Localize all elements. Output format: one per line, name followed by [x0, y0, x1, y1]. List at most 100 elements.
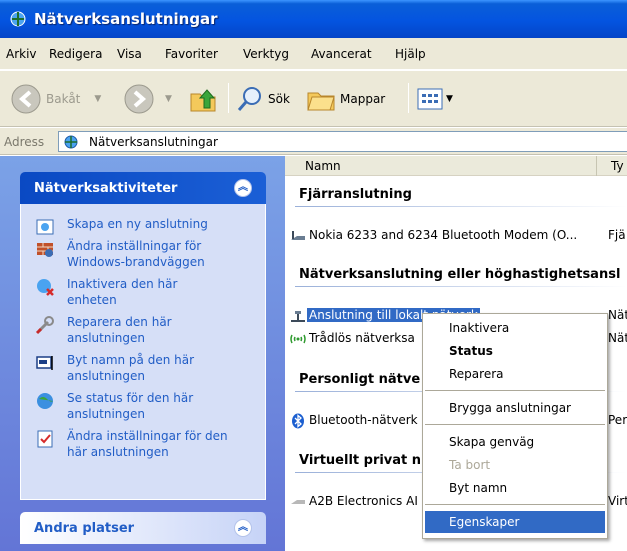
up-folder-button[interactable]: [188, 82, 218, 116]
menu-item-bridge[interactable]: Brygga anslutningar: [425, 397, 605, 419]
status-globe-icon: [37, 393, 53, 409]
menu-view[interactable]: Visa: [117, 47, 142, 61]
menu-edit[interactable]: Redigera: [49, 47, 102, 61]
menu-item-label: Byt namn: [449, 481, 508, 495]
connection-type: Fjä: [608, 228, 626, 242]
task-label-line-2: här anslutningen: [67, 445, 169, 459]
menu-item-create-shortcut[interactable]: Skapa genväg: [425, 431, 605, 453]
task-label-line-1: Se status för den här: [67, 391, 194, 405]
group-header-pan: Personligt nätve: [299, 372, 421, 387]
window-title: Nätverksanslutningar: [34, 10, 218, 28]
collapse-chevron-icon[interactable]: ︽: [234, 179, 252, 197]
address-value: Nätverksanslutningar: [89, 135, 218, 149]
network-tasks-title: Nätverksaktiviteter: [34, 181, 178, 196]
forward-arrow-icon: [124, 84, 154, 114]
menu-file[interactable]: Arkiv: [6, 47, 37, 61]
column-name-label: Namn: [305, 159, 341, 173]
menu-tools[interactable]: Verktyg: [243, 47, 289, 61]
back-label: Bakåt: [46, 92, 81, 106]
menu-item-rename[interactable]: Byt namn: [425, 477, 605, 499]
connection-name: Bluetooth-nätverk: [309, 413, 418, 427]
connection-type: Nät: [608, 308, 627, 322]
network-tasks-list: Skapa en ny anslutning Ändra inställning…: [20, 204, 266, 500]
task-label-line-1: Reparera den här: [67, 315, 172, 329]
task-label-line-1: Ändra inställningar för den: [67, 429, 228, 443]
back-dropdown-icon[interactable]: ▼: [94, 94, 101, 104]
address-field[interactable]: Nätverksanslutningar: [58, 131, 627, 152]
task-pane: Nätverksaktiviteter ︽ Skapa en ny anslut…: [0, 156, 285, 551]
connection-name: Nokia 6233 and 6234 Bluetooth Modem (O..…: [309, 228, 578, 242]
connection-name: A2B Electronics AI: [309, 494, 418, 508]
column-name[interactable]: Namn: [285, 156, 597, 176]
folders-icon: [307, 92, 335, 111]
menu-item-label: Skapa genväg: [449, 435, 535, 449]
toolbar: Bakåt ▼ ▼ Sök Mappar ▼: [0, 71, 627, 127]
menu-item-label: Reparera: [449, 367, 504, 381]
group-header-dialup: Fjärranslutning: [299, 187, 412, 202]
task-view-status[interactable]: Se status för den här anslutningen: [21, 390, 265, 422]
wrench-icon: [35, 316, 54, 335]
menu-item-delete: Ta bort: [425, 454, 605, 476]
network-connections-icon: [64, 135, 78, 149]
menu-item-properties[interactable]: Egenskaper: [425, 511, 605, 533]
network-connections-icon: [10, 11, 26, 27]
task-label-line-2: anslutningen: [67, 369, 146, 383]
task-firewall-settings[interactable]: Ändra inställningar för Windows-brandväg…: [21, 238, 265, 270]
firewall-icon: [37, 243, 53, 257]
other-places-header[interactable]: Andra platser ︽: [20, 512, 266, 544]
properties-icon: [37, 430, 53, 448]
group-header-lan: Nätverksanslutning eller höghastighetsan…: [299, 267, 621, 282]
column-type[interactable]: Ty: [611, 159, 624, 173]
forward-dropdown-icon[interactable]: ▼: [165, 94, 172, 104]
menu-item-label: Ta bort: [449, 458, 491, 472]
task-label-line-2: Windows-brandväggen: [67, 255, 205, 269]
rename-icon: [36, 356, 53, 370]
connection-type: Nät: [608, 331, 627, 345]
menu-bar: Arkiv Redigera Visa Favoriter Verktyg Av…: [0, 38, 627, 70]
task-label-line-1: Ändra inställningar för: [67, 239, 202, 253]
task-rename-connection[interactable]: Byt namn på den här anslutningen: [21, 352, 265, 384]
network-tasks-header[interactable]: Nätverksaktiviteter ︽: [20, 172, 266, 204]
forward-button[interactable]: ▼: [123, 82, 172, 116]
search-button[interactable]: Sök: [236, 82, 290, 116]
task-label-line-2: enheten: [67, 293, 117, 307]
search-label: Sök: [268, 92, 290, 106]
up-folder-icon: [190, 89, 216, 112]
views-dropdown-icon[interactable]: ▼: [446, 94, 453, 104]
task-repair-connection[interactable]: Reparera den här anslutningen: [21, 314, 265, 346]
connection-type: Per: [608, 413, 627, 427]
connection-row-nokia[interactable]: Nokia 6233 and 6234 Bluetooth Modem (O..…: [285, 226, 627, 246]
task-disable-device[interactable]: Inaktivera den här enheten: [21, 276, 265, 308]
task-create-connection[interactable]: Skapa en ny anslutning: [21, 216, 265, 235]
title-bar: Nätverksanslutningar: [0, 0, 627, 38]
menu-help[interactable]: Hjälp: [395, 47, 426, 61]
group-header-vpn: Virtuellt privat n: [299, 453, 422, 468]
back-arrow-icon: [11, 84, 41, 114]
task-label: Skapa en ny anslutning: [67, 217, 208, 231]
menu-item-repair[interactable]: Reparera: [425, 363, 605, 385]
task-change-settings[interactable]: Ändra inställningar för den här anslutni…: [21, 428, 265, 460]
menu-favorites[interactable]: Favoriter: [165, 47, 218, 61]
views-button[interactable]: ▼: [416, 82, 453, 116]
folders-label: Mappar: [340, 92, 386, 106]
menu-item-label: Egenskaper: [449, 515, 520, 529]
network-tasks-panel: Nätverksaktiviteter ︽ Skapa en ny anslut…: [20, 172, 266, 500]
disable-network-icon: [37, 279, 54, 296]
menu-advanced[interactable]: Avancerat: [311, 47, 372, 61]
other-places-panel: Andra platser ︽: [20, 512, 266, 544]
modem-icon: [291, 231, 305, 240]
menu-item-disable[interactable]: Inaktivera: [425, 317, 605, 339]
back-button[interactable]: Bakåt ▼: [10, 82, 101, 116]
other-places-title: Andra platser: [34, 521, 135, 536]
wireless-icon: [290, 334, 306, 344]
column-header: Namn Ty: [285, 156, 627, 176]
menu-item-label: Inaktivera: [449, 321, 510, 335]
address-bar: Adress Nätverksanslutningar: [0, 128, 627, 155]
menu-item-status[interactable]: Status: [425, 340, 605, 362]
vpn-icon: [291, 500, 305, 504]
menu-item-label: Brygga anslutningar: [449, 401, 571, 415]
views-icon: [417, 88, 443, 110]
collapse-chevron-icon[interactable]: ︽: [234, 519, 252, 537]
folders-button[interactable]: Mappar: [306, 82, 385, 116]
search-icon: [237, 87, 261, 111]
